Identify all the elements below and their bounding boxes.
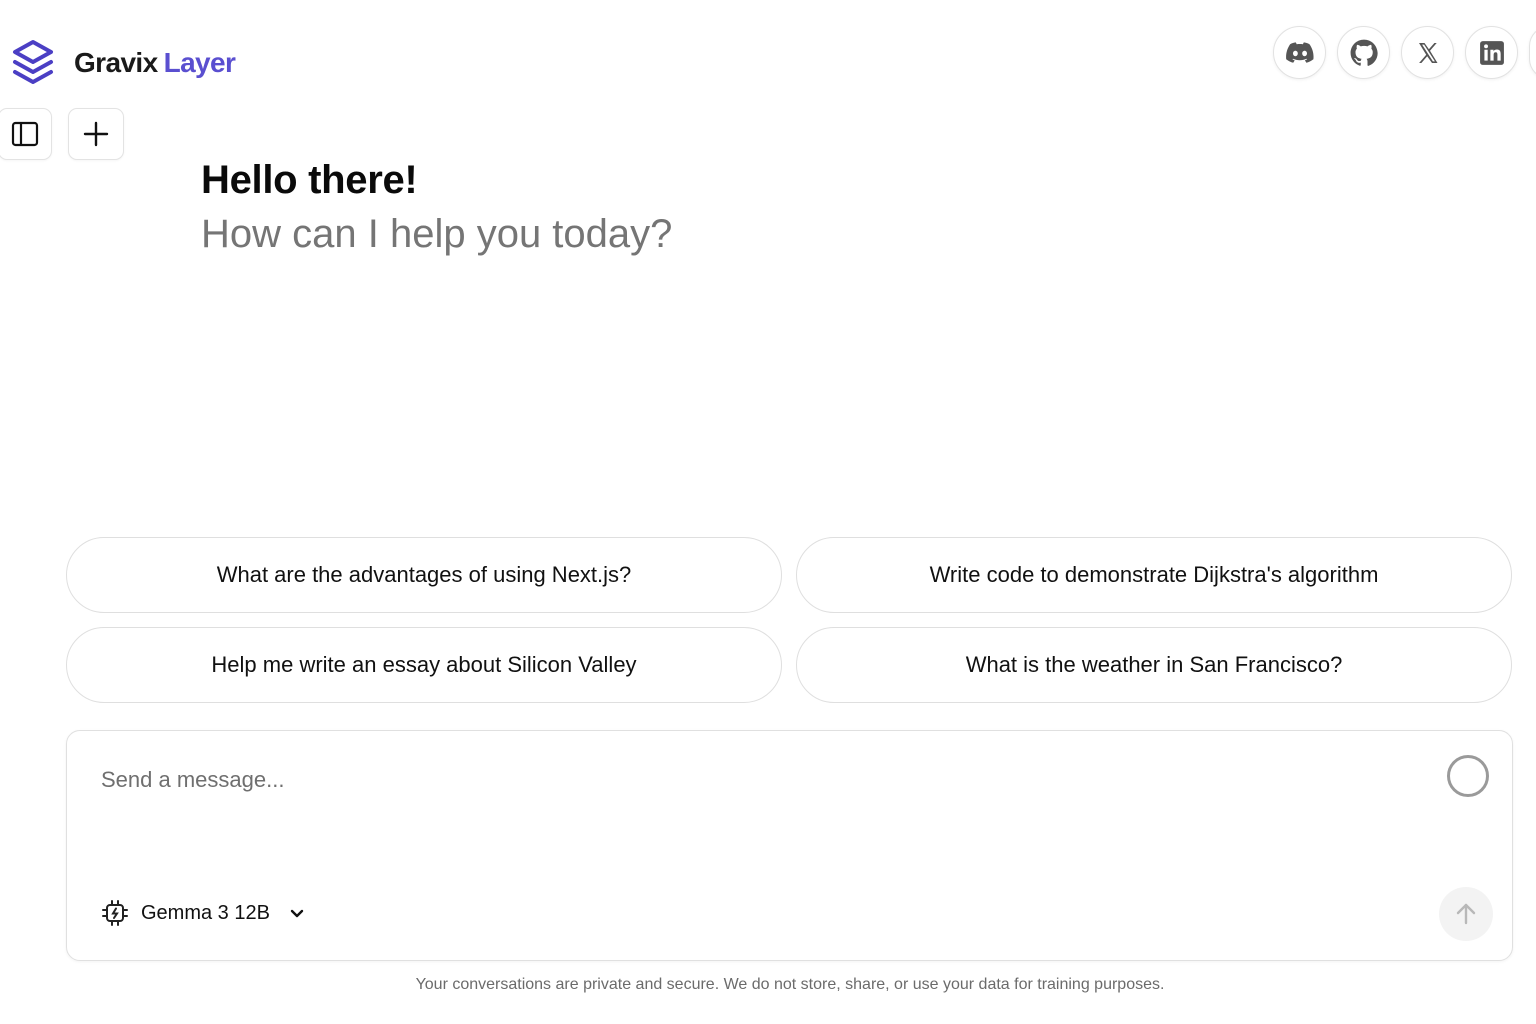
- chevron-down-icon: [290, 909, 304, 918]
- brand-name-part1: Gravix: [74, 47, 158, 78]
- suggestion-button[interactable]: Help me write an essay about Silicon Val…: [66, 627, 782, 703]
- model-selector[interactable]: Gemma 3 12B: [101, 899, 306, 927]
- message-composer: Gemma 3 12B: [66, 730, 1513, 961]
- model-name: Gemma 3 12B: [141, 901, 270, 924]
- x-icon: [1418, 42, 1437, 63]
- layers-logo-icon: [13, 40, 53, 84]
- greeting-title: Hello there!: [201, 158, 418, 202]
- toggle-sidebar-button[interactable]: [0, 108, 52, 160]
- sidebar-toggle-icon: [11, 121, 39, 147]
- send-button[interactable]: [1439, 887, 1493, 941]
- message-input[interactable]: [101, 767, 1401, 807]
- plus-icon: [83, 121, 109, 147]
- suggestion-button[interactable]: What is the weather in San Francisco?: [796, 627, 1512, 703]
- brand-name-part2: Layer: [163, 47, 236, 78]
- brand-logo[interactable]: Gravix Layer: [10, 38, 236, 88]
- arrow-up-icon: [1456, 903, 1476, 925]
- suggestion-label: Write code to demonstrate Dijkstra's alg…: [929, 562, 1379, 587]
- linkedin-link[interactable]: [1465, 26, 1518, 79]
- social-links: [1273, 26, 1536, 79]
- brand-name: Gravix Layer: [74, 47, 236, 79]
- greeting: Hello there! How can I help you today?: [201, 156, 672, 260]
- chat-page: Gravix Layer Hello there! How can I help…: [0, 0, 1536, 1024]
- x-link[interactable]: [1401, 26, 1454, 79]
- github-link[interactable]: [1337, 26, 1390, 79]
- discord-icon: [1285, 41, 1314, 63]
- suggestion-label: What are the advantages of using Next.js…: [216, 562, 632, 587]
- suggestion-label: Help me write an essay about Silicon Val…: [211, 652, 637, 677]
- greeting-subtitle: How can I help you today?: [201, 212, 673, 256]
- suggestion-label: What is the weather in San Francisco?: [965, 652, 1343, 677]
- loading-spinner-icon: [1447, 755, 1489, 797]
- new-chat-button[interactable]: [68, 108, 124, 160]
- linkedin-icon: [1479, 40, 1504, 65]
- more-link-partial[interactable]: [1529, 26, 1536, 79]
- suggestion-button[interactable]: Write code to demonstrate Dijkstra's alg…: [796, 537, 1512, 613]
- discord-link[interactable]: [1273, 26, 1326, 79]
- privacy-disclaimer: Your conversations are private and secur…: [415, 976, 1165, 993]
- chip-icon: [102, 900, 128, 926]
- suggestion-button[interactable]: What are the advantages of using Next.js…: [66, 537, 782, 613]
- github-icon: [1350, 39, 1378, 66]
